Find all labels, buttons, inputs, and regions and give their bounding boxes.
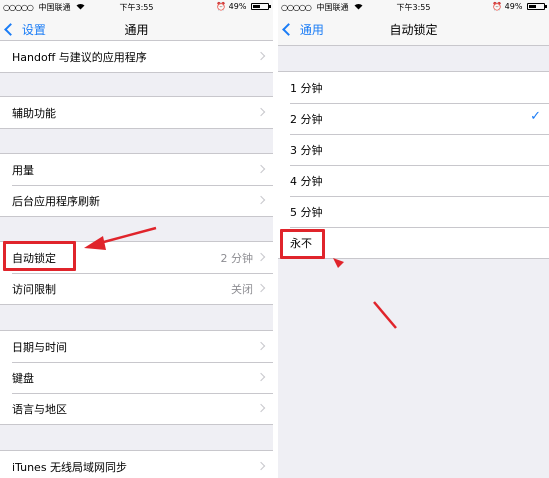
annotation-arrow-icon xyxy=(333,258,397,329)
general-settings-screen: ○○○○○ 中国联通 下午3:55 ⏰ 49% 设置 通用 Handoff 与建… xyxy=(0,0,273,478)
auto-lock-screen: ○○○○○ 中国联通 下午3:55 ⏰ 49% 通用 自动锁定 1 分钟 2 分… xyxy=(278,0,549,478)
annotation-arrow-icon xyxy=(84,226,157,250)
